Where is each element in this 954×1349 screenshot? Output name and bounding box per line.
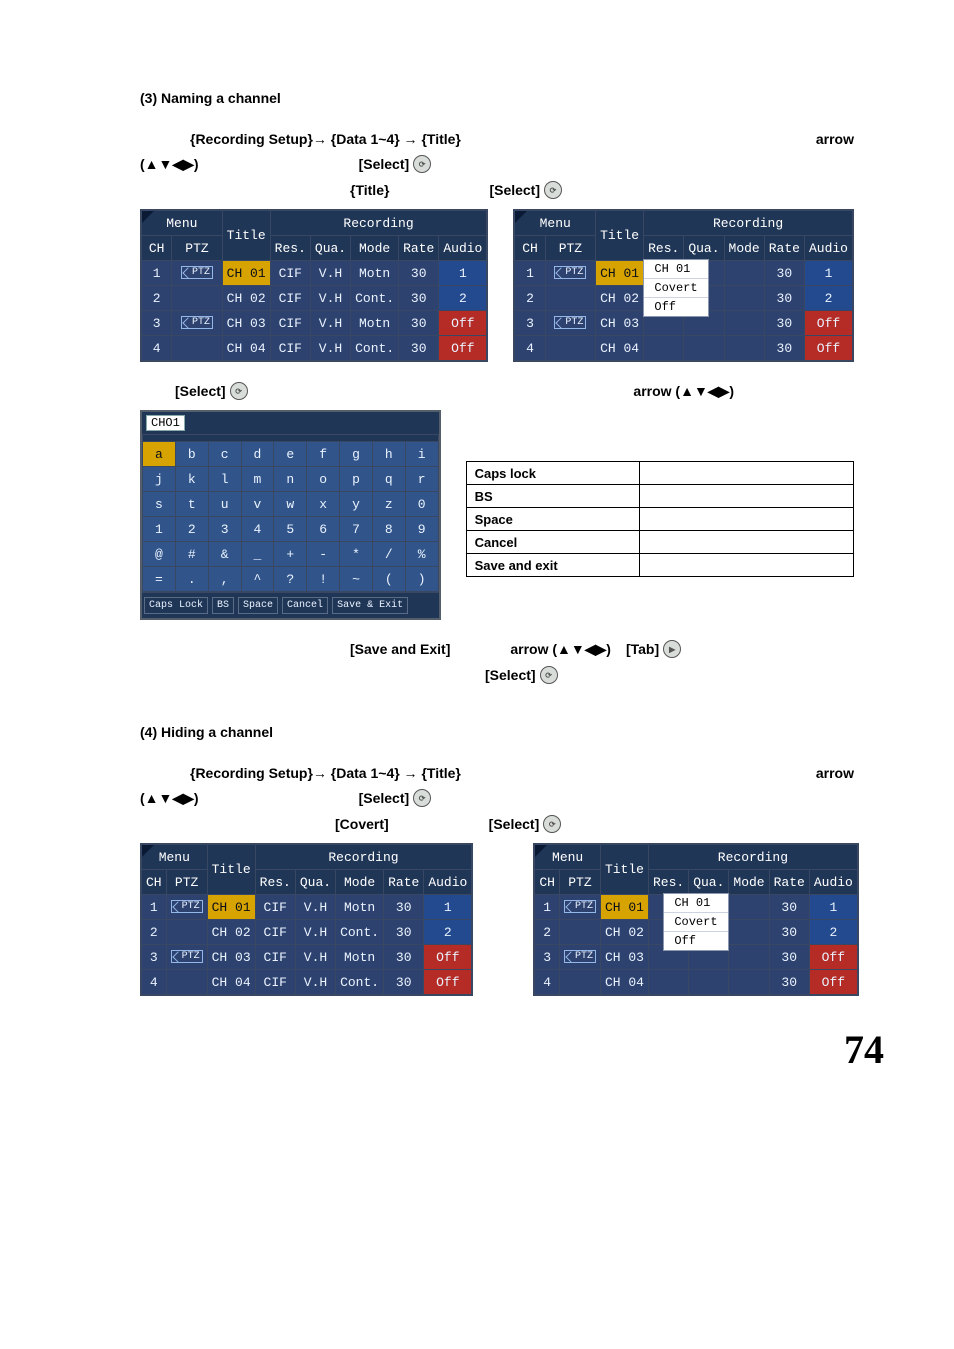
kbd-space-button[interactable]: Space xyxy=(238,597,278,614)
select-icon: ⟳ xyxy=(540,666,558,684)
menu-corner: Menu xyxy=(514,210,595,236)
select-icon: ⟳ xyxy=(543,815,561,833)
dropdown-option[interactable]: Covert xyxy=(664,913,727,932)
select-icon: ⟳ xyxy=(544,181,562,199)
dvr-table-title-left: Menu Title Recording CH PTZ Res. Qua. Mo… xyxy=(140,209,488,362)
s3-instr5-mid: [Select] xyxy=(485,667,536,683)
dvr-table-covert-left: Menu Title Recording CH PTZ Res. Qua. Mo… xyxy=(140,843,473,996)
s4-instr1-left: {Recording Setup}→ {Data 1~4} → {Title} xyxy=(190,765,461,781)
page-number: 74 xyxy=(140,1026,884,1073)
s3-instr2-right: [Select] xyxy=(489,182,540,198)
s3-instr4-right: arrow (▲▼◀▶) xyxy=(510,641,611,658)
s3-instr3-right: arrow (▲▼◀▶) xyxy=(633,383,734,400)
section4-title: (4) Hiding a channel xyxy=(140,724,854,740)
kbd-row: @#&_+-*/% xyxy=(143,542,439,567)
tab-icon: ▶ xyxy=(663,640,681,658)
s4-instr1-below-left: (▲▼◀▶) xyxy=(140,790,199,807)
s4-instr1-below-mid: [Select] xyxy=(359,790,410,806)
s3-instr1-right: arrow xyxy=(816,131,854,147)
col-ptz: PTZ xyxy=(172,236,222,261)
kbd-save-button[interactable]: Save & Exit xyxy=(332,597,408,614)
table-row: 2 CH 02 CIFV.HCont.30 2 xyxy=(141,286,487,311)
kbd-row: abcdefghi xyxy=(143,442,439,467)
s4-instr2-right: [Select] xyxy=(489,816,540,832)
s3-instr1-below-mid: [Select] xyxy=(359,156,410,172)
s3-instr2-left: {Title} xyxy=(350,182,389,198)
dropdown-option[interactable]: Off xyxy=(664,932,727,950)
dropdown-option[interactable]: CH 01 xyxy=(644,260,707,279)
dropdown-option[interactable]: Covert xyxy=(644,279,707,298)
kbd-row: 123456789 xyxy=(143,517,439,542)
title-dropdown[interactable]: CH 01 Covert Off xyxy=(643,259,708,317)
kbd-row: =.,^?!~() xyxy=(143,567,439,592)
covert-dropdown[interactable]: CH 01 Covert Off xyxy=(663,893,728,951)
s3-instr4-mid: [Save and Exit] xyxy=(350,641,450,657)
table-row: 4 CH 04 CIFV.HCont.30 Off xyxy=(141,336,487,362)
ptz-icon: PTZ xyxy=(181,266,213,279)
table-row: 3PTZ CH 03 CIFV.HMotn30 Off xyxy=(141,311,487,336)
kbd-caps-button[interactable]: Caps Lock xyxy=(144,597,208,614)
kbd-row: stuvwxyz0 xyxy=(143,492,439,517)
menu-corner: Menu xyxy=(141,210,222,236)
s3-instr1-left: {Recording Setup}→ {Data 1~4} → {Title} xyxy=(190,131,461,147)
dropdown-option[interactable]: Off xyxy=(644,298,707,316)
s3-instr3-left: [Select] xyxy=(175,383,226,399)
ptz-icon: PTZ xyxy=(181,316,213,329)
keyboard-legend: Caps lock BS Space Cancel Save and exit xyxy=(466,461,854,577)
onscreen-keyboard[interactable]: CHO1 abcdefghi jklmnopqr stuvwxyz0 12345… xyxy=(140,410,441,620)
s3-instr4-tab: [Tab] xyxy=(626,641,659,657)
select-icon: ⟳ xyxy=(230,382,248,400)
col-ch: CH xyxy=(141,236,172,261)
kbd-cancel-button[interactable]: Cancel xyxy=(282,597,328,614)
kbd-bs-button[interactable]: BS xyxy=(212,597,234,614)
s4-instr1-right: arrow xyxy=(816,765,854,781)
kbd-titlebox: CHO1 xyxy=(146,415,185,431)
section3-title: (3) Naming a channel xyxy=(140,90,854,106)
col-recording: Recording xyxy=(270,210,487,236)
s3-instr1-below-left: (▲▼◀▶) xyxy=(140,156,199,173)
s4-instr2-left: [Covert] xyxy=(335,816,389,832)
select-icon: ⟳ xyxy=(413,155,431,173)
dropdown-option[interactable]: CH 01 xyxy=(664,894,727,913)
col-title: Title xyxy=(222,210,270,261)
kbd-row: jklmnopqr xyxy=(143,467,439,492)
select-icon: ⟳ xyxy=(413,789,431,807)
table-row: 1PTZ CH 01 CIFV.HMotn30 1 xyxy=(141,261,487,286)
